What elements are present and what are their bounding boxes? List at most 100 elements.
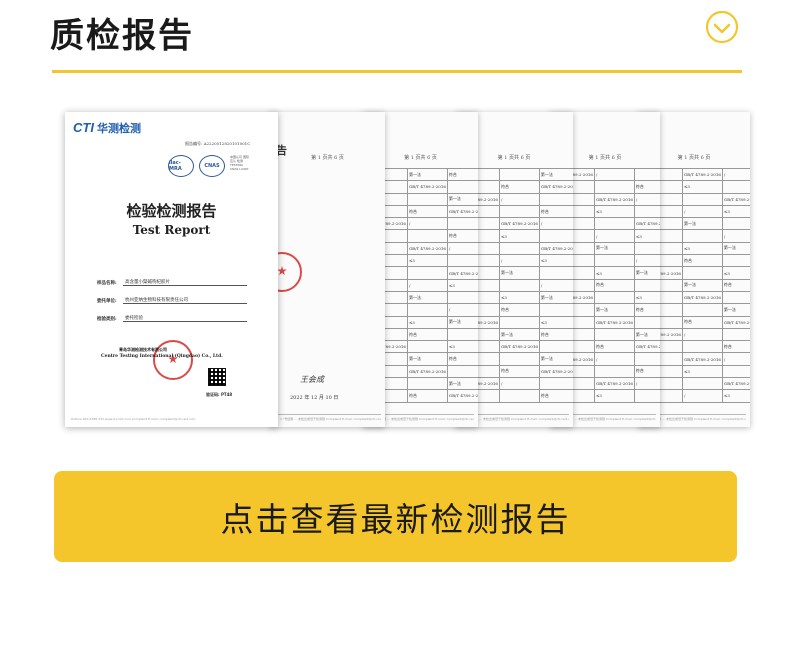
table-cell: /: [498, 254, 540, 268]
table-cell: 第一法: [406, 352, 448, 366]
table-cell: 符合: [446, 352, 478, 366]
table-cell: GB/T 4789.2-2016: [593, 192, 635, 206]
table-cell: [633, 204, 660, 219]
table-cell: 第一法: [498, 266, 540, 280]
table-cell: [446, 254, 478, 268]
table-cell: GB/T 4789.2-2016: [406, 241, 448, 256]
table-cell: [498, 389, 540, 403]
table-cell: 符合: [721, 278, 750, 292]
table-cell: [721, 180, 750, 194]
table-cell: [446, 180, 478, 194]
table-cell: 第一法: [681, 278, 723, 292]
table-cell: ≤3: [593, 266, 635, 280]
table-cell: 第一法: [681, 217, 723, 231]
table-cell: GB/T 4789.2-2016: [446, 204, 478, 219]
table-cell: [721, 254, 750, 268]
table-cell: 符合: [721, 340, 750, 354]
table-cell: GB/T 4789.2-2016: [633, 217, 660, 231]
table-cell: 符合: [406, 204, 448, 219]
table-cell: 符合: [446, 167, 478, 182]
table-cell: /: [538, 278, 573, 292]
table-cell: [593, 364, 635, 379]
table-cell: 符合: [498, 180, 540, 194]
table-cell: [498, 241, 540, 256]
table-cell: [538, 192, 573, 206]
table-cell: /: [406, 217, 448, 231]
table-cell: [681, 229, 723, 243]
table-cell: [681, 192, 723, 206]
client-field: 委托单位: 杭州亚纳生物科技有限责任公司: [97, 294, 247, 304]
table-cell: /: [721, 167, 750, 182]
report-subtitle: Test Report: [132, 223, 211, 237]
table-cell: [406, 303, 448, 317]
table-cell: /: [681, 389, 723, 403]
table-cell: [633, 352, 660, 366]
certification-logos: ilac-MRA CNAS 中国认可 国际互认 检测 TESTING CNAS …: [168, 155, 250, 177]
table-cell: [498, 315, 540, 329]
table-cell: GB/T 4789.2-2016: [721, 377, 750, 391]
table-cell: [593, 254, 635, 268]
table-cell: /: [721, 352, 750, 366]
table-cell: [681, 303, 723, 317]
table-cell: [681, 377, 723, 391]
table-cell: GB/T 4789.2-2016: [593, 377, 635, 391]
table-cell: [538, 303, 573, 317]
table-cell: ≤3: [406, 315, 448, 329]
table-cell: /: [498, 377, 540, 391]
report-cover: CTI 华测检测 报告编号: A2220512820101001C ilac-M…: [65, 112, 278, 427]
table-cell: 符合: [406, 389, 448, 403]
chevron-down-icon[interactable]: [705, 10, 739, 44]
table-cell: /: [681, 327, 723, 342]
table-cell: 符合: [406, 327, 448, 342]
table-cell: [406, 377, 448, 391]
table-cell: ≤3: [681, 364, 723, 379]
table-cell: [593, 327, 635, 342]
table-cell: /: [593, 229, 635, 243]
table-cell: [406, 340, 448, 354]
table-cell: /: [446, 241, 478, 256]
table-cell: ≤3: [593, 204, 635, 219]
test-type-field: 检验类别: 委托检验: [97, 312, 247, 322]
table-cell: GB/T 4789.2-2016: [446, 266, 478, 280]
table-cell: GB/T 4789.2-2016: [538, 180, 573, 194]
table-cell: GB/T 4789.2-2016: [538, 241, 573, 256]
table-cell: 第一法: [498, 327, 540, 342]
table-cell: /: [681, 204, 723, 219]
table-cell: [446, 327, 478, 342]
table-cell: [446, 364, 478, 379]
table-cell: GB/T 4789.2-2016: [721, 315, 750, 329]
table-cell: 第一法: [721, 241, 750, 256]
table-cell: /: [633, 377, 660, 391]
report-page-2: 告 第 1 页共 6 页 王会成 2022 年 12 月 10 日 注：1."号…: [270, 112, 385, 427]
view-latest-report-button[interactable]: 点击查看最新检测报告: [54, 471, 737, 562]
table-cell: [681, 340, 723, 354]
report-title: 检验检测报告: [126, 202, 217, 220]
table-cell: GB/T 4789.2-2016: [681, 352, 723, 366]
page-title: 质检报告: [50, 16, 194, 56]
report-date: 2022 年 12 月 10 日: [290, 395, 339, 401]
table-cell: 第一法: [538, 352, 573, 366]
table-cell: ≤3: [633, 229, 660, 243]
report-preview[interactable]: 告 第 1 页共 6 页 GB/T 4789.2-2016//≤3符合第一法GB…: [50, 100, 750, 440]
table-cell: 第一法: [633, 327, 660, 342]
table-cell: 第一法: [406, 167, 448, 182]
table-cell: GB/T 4789.2-2016: [538, 364, 573, 379]
table-cell: 第一法: [446, 192, 478, 206]
table-cell: GB/T 4789.2-2016: [406, 364, 448, 379]
table-cell: ≤3: [633, 290, 660, 305]
table-cell: ≤3: [593, 389, 635, 403]
table-cell: /: [633, 192, 660, 206]
table-cell: ≤3: [538, 315, 573, 329]
table-cell: 符合: [593, 278, 635, 292]
table-cell: 符合: [593, 340, 635, 354]
table-cell: [446, 217, 478, 231]
table-cell: [446, 290, 478, 305]
red-seal-stamp: [153, 340, 193, 380]
table-cell: ≤3: [446, 340, 478, 354]
table-cell: ≤3: [681, 180, 723, 194]
table-cell: [538, 266, 573, 280]
table-cell: 符合: [498, 364, 540, 379]
table-cell: /: [593, 352, 635, 366]
table-cell: ≤3: [406, 254, 448, 268]
table-cell: GB/T 4789.2-2016: [498, 340, 540, 354]
